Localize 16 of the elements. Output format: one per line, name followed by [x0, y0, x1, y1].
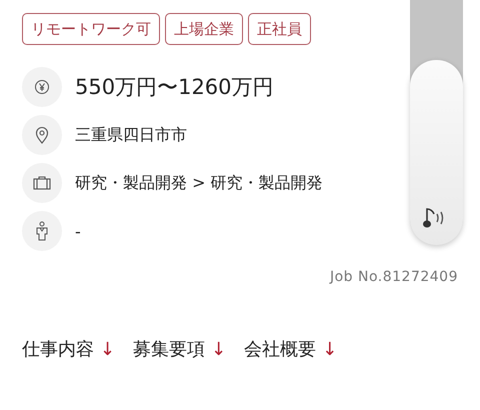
category-text: 研究・製品開発 > 研究・製品開発 [75, 172, 323, 194]
location-text: 三重県四日市市 [75, 124, 187, 146]
location-pin-icon [22, 115, 62, 155]
section-link[interactable]: 会社概要 ↓ [244, 337, 338, 361]
section-link[interactable]: 募集要項 ↓ [133, 337, 226, 361]
tag: 上場企業 [165, 13, 243, 45]
person-icon [22, 211, 62, 251]
tag: リモートワーク可 [22, 13, 160, 45]
detail-text: - [75, 222, 81, 240]
yen-icon [22, 67, 62, 107]
section-link[interactable]: 仕事内容 ↓ [22, 337, 116, 361]
audio-button[interactable] [410, 60, 463, 245]
briefcase-icon [22, 163, 62, 203]
tag: 正社員 [248, 13, 311, 45]
job-number: Job No.81272409 [330, 269, 458, 285]
salary-text: 550万円〜1260万円 [75, 74, 274, 101]
